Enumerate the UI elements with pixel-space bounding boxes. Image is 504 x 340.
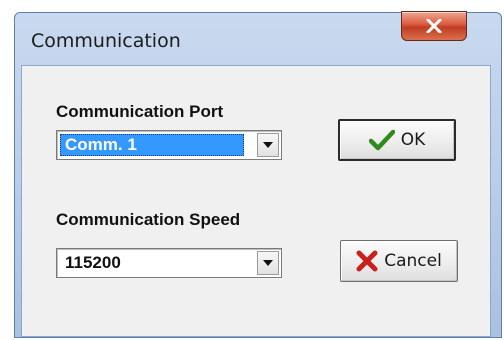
ok-button[interactable]: OK [338,119,456,161]
communication-port-select[interactable]: Comm. 1 [56,130,282,160]
communication-speed-label: Communication Speed [56,210,241,229]
dropdown-arrow-icon [263,142,273,148]
communication-speed-value: 115200 [65,253,121,272]
window-title: Communication [31,30,181,52]
dropdown-arrow-icon [263,260,273,266]
cancel-label: Cancel [384,251,442,271]
ok-label: OK [400,130,426,150]
communication-port-value: Comm. 1 [60,134,244,156]
close-x-icon [426,19,442,33]
dialog-client-area: Communication Port Comm. 1 OK Communicat… [21,65,491,337]
checkmark-icon [368,129,395,151]
cancel-button[interactable]: Cancel [340,240,458,282]
communication-speed-select[interactable]: 115200 [56,248,282,278]
speed-dropdown-button[interactable] [257,251,279,275]
communication-dialog: Communication Communication Port Comm. 1 [14,11,502,338]
title-bar[interactable]: Communication [15,11,501,65]
port-dropdown-button[interactable] [257,133,279,157]
close-button[interactable] [401,11,467,41]
red-x-icon [356,250,378,272]
communication-port-label: Communication Port [56,102,224,121]
